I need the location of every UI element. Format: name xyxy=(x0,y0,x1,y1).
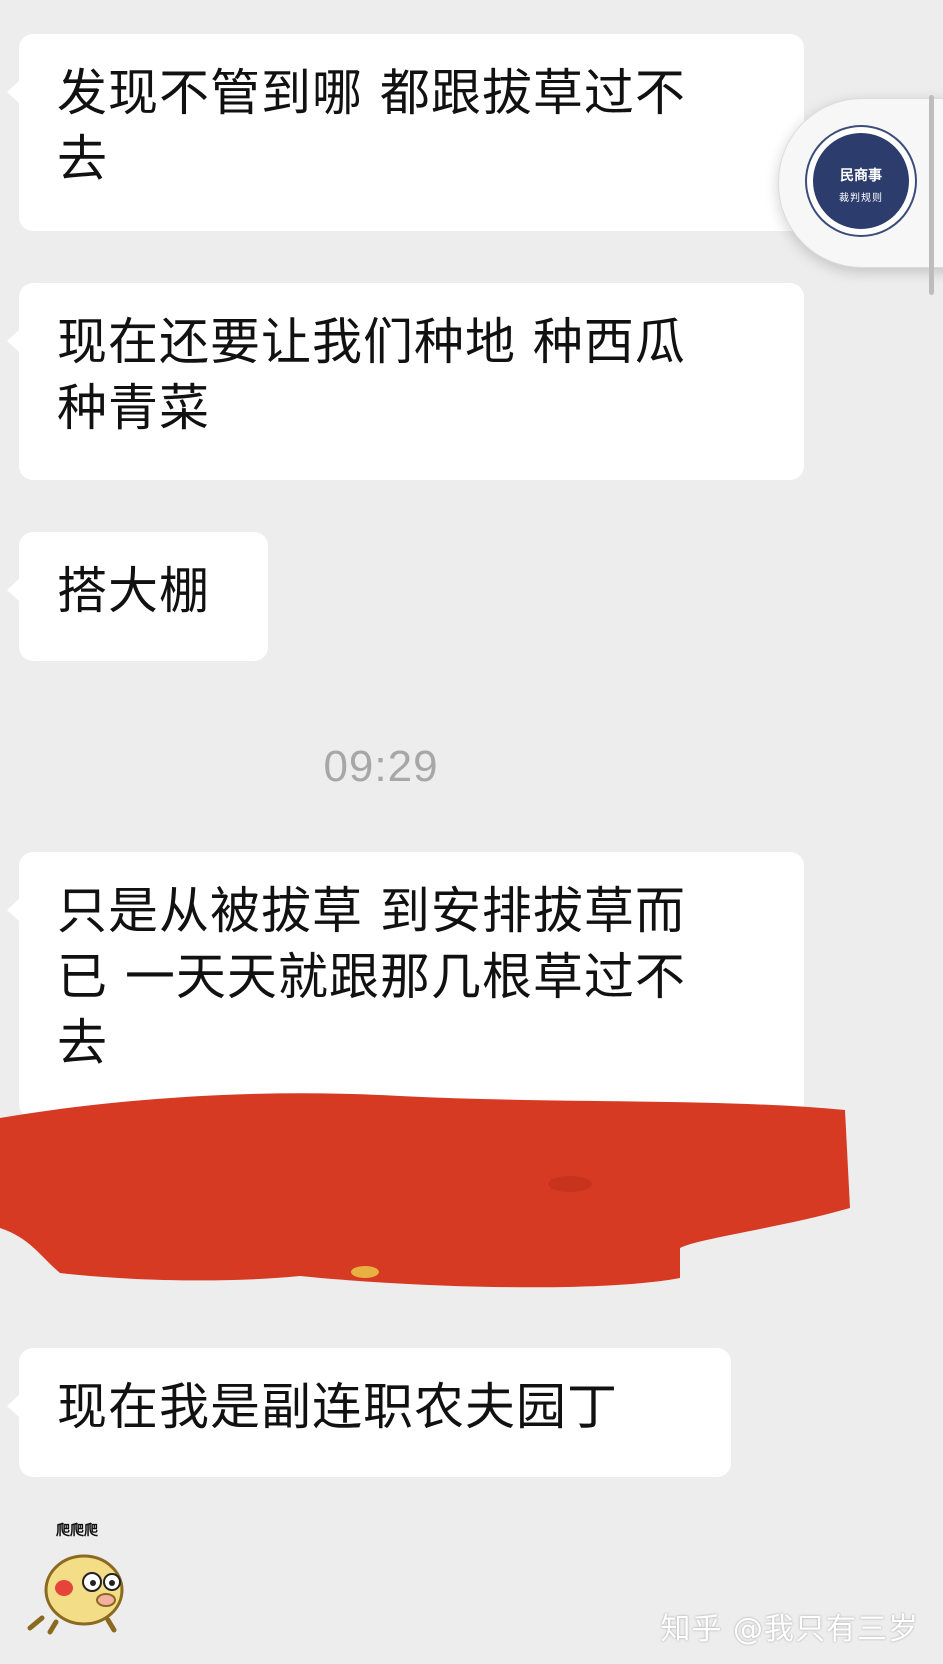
floating-widget[interactable]: 民商事 裁判规则 xyxy=(778,98,943,268)
logo-subtitle: 裁判规则 xyxy=(839,193,883,204)
chat-view: 发现不管到哪 都跟拔草过不 去 现在还要让我们种地 种西瓜 种青菜 搭大棚 09… xyxy=(0,0,943,1664)
message-bubble[interactable]: 发现不管到哪 都跟拔草过不 去 xyxy=(7,34,804,231)
message-bubble[interactable]: 现在我是副连职农夫园丁 xyxy=(7,1348,731,1477)
publisher-logo: 民商事 裁判规则 xyxy=(807,127,915,235)
logo-title: 民商事 xyxy=(840,168,882,184)
pig-crawling-sticker-icon[interactable]: 爬爬爬 xyxy=(22,1520,137,1635)
watermark: 知乎 @我只有三岁 xyxy=(660,1612,919,1647)
message-bubble[interactable]: 现在还要让我们种地 种西瓜 种青菜 xyxy=(7,283,804,480)
scrollbar[interactable] xyxy=(929,95,934,295)
sticker-caption: 爬爬爬 xyxy=(56,1522,99,1539)
message-bubble[interactable]: 只是从被拔草 到安排拔草而 已 一天天就跟那几根草过不 去 xyxy=(7,852,804,1118)
redaction-scribble xyxy=(0,1093,850,1288)
message-timestamp: 09:29 xyxy=(323,742,439,791)
message-bubble[interactable]: 搭大棚 xyxy=(7,532,268,661)
